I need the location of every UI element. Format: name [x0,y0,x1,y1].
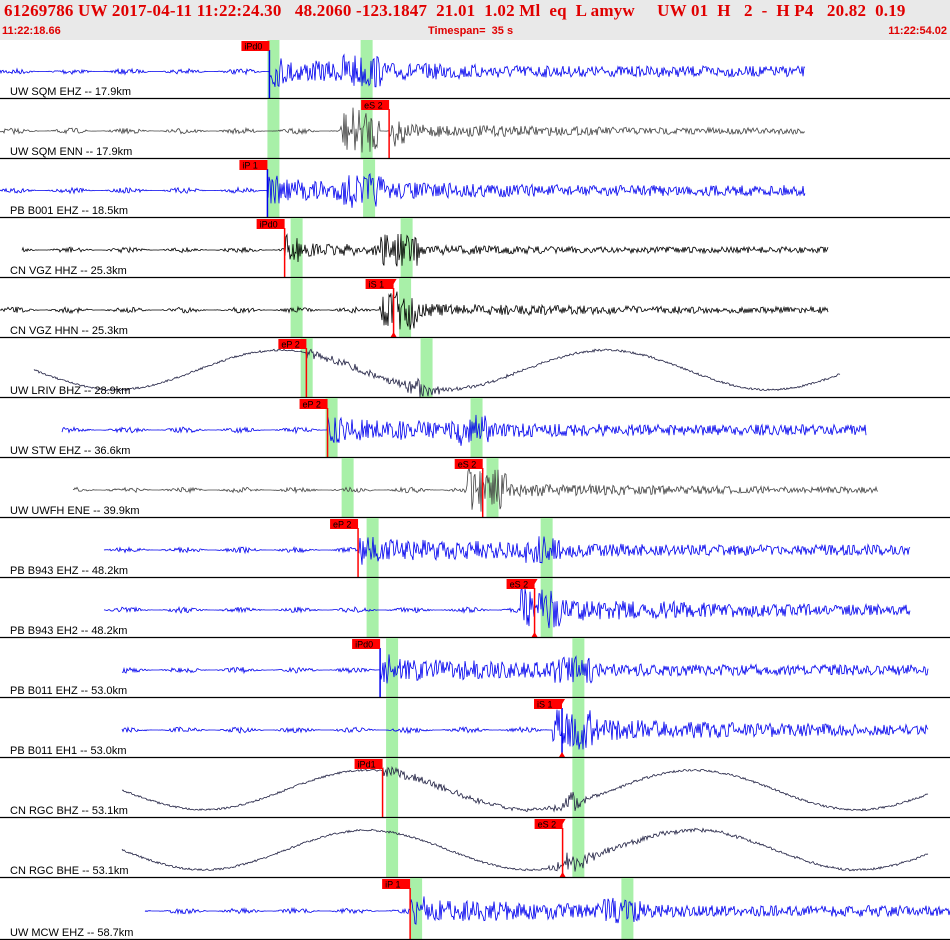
waveform [21,233,829,267]
waveform [121,709,929,750]
station-label: UW LRIV BHZ -- 28.9km [10,385,130,397]
p-window-band [386,818,399,878]
waveform [0,291,829,330]
pick-marker-bottom [559,752,566,757]
pick-label: iPd0 [355,640,373,650]
s-window-band [572,758,585,818]
p-window-band [267,99,280,159]
pick-label: eS 2 [364,101,383,111]
pick-label: iP 1 [242,161,257,171]
s-window-band [621,878,634,940]
p-window-band [341,458,354,518]
station-label: UW SQM ENN -- 17.9km [10,146,132,158]
waveform [103,587,911,629]
station-label: PB B011 EHZ -- 53.0km [10,685,127,697]
waveform [103,536,911,565]
pick-label: eP 2 [303,400,321,410]
s-window-band [420,338,433,398]
pick-label: iPd1 [358,760,376,770]
pick-label: iP 1 [385,880,400,890]
event-summary: 61269786 UW 2017-04-11 11:22:24.30 48.20… [4,1,906,20]
station-label: UW STW EHZ -- 36.6km [10,445,130,457]
trace-panel[interactable]: eS 2 UW UWFH ENE -- 39.9km [0,458,950,519]
s-window-band [540,518,553,578]
station-label: UW MCW EHZ -- 58.7km [10,927,133,939]
waveform [0,172,806,208]
waveform [61,414,867,446]
pick-marker-bottom [531,632,538,637]
pick-marker-bottom [390,332,397,337]
p-window-band [386,638,399,698]
trace-panel[interactable]: eS 2 PB B943 EH2 -- 48.2km [0,578,950,639]
station-label: UW SQM EHZ -- 17.9km [10,86,131,98]
trace-panel[interactable]: iP 1 PB B001 EHZ -- 18.5km [0,159,950,219]
station-label: UW UWFH ENE -- 39.9km [10,505,140,517]
waveform [121,766,929,813]
trace-panel[interactable]: iPd1 CN RGC BHZ -- 53.1km [0,758,950,819]
p-window-band [386,698,399,758]
waveform [72,467,879,512]
waveform [121,654,929,684]
pick-label: iS 1 [537,700,553,710]
station-label: CN RGC BHZ -- 53.1km [10,805,128,817]
p-window-band [290,278,303,338]
start-time: 11:22:18.66 [2,25,61,37]
trace-panel[interactable]: iPd0 CN VGZ HHZ -- 25.3km [0,218,950,279]
trace-panels: iPd0 UW SQM EHZ -- 17.9km eS 2 UW SQM ENN -… [0,40,950,940]
pick-marker-bottom [559,872,566,877]
trace-panel[interactable]: eS 2 CN RGC BHE -- 53.1km [0,818,950,879]
trace-panel[interactable]: eP 2 PB B943 EHZ -- 48.2km [0,518,950,579]
pick-label: iPd0 [260,220,278,230]
trace-panel[interactable]: iS 1 PB B011 EH1 -- 53.0km [0,698,950,759]
station-label: PB B011 EH1 -- 53.0km [10,745,127,757]
station-label: CN VGZ HHN -- 25.3km [10,325,128,337]
p-window-band [366,578,379,638]
station-label: CN VGZ HHZ -- 25.3km [10,265,127,277]
station-label: PB B943 EH2 -- 48.2km [10,625,127,637]
pick-label: eS 2 [538,820,557,830]
pick-label: eP 2 [281,340,299,350]
waveform [121,827,929,872]
waveform [0,53,806,88]
waveform [144,896,950,925]
s-window-band [572,818,585,878]
seismogram-viewer: 61269786 UW 2017-04-11 11:22:24.30 48.20… [0,0,950,940]
pick-label: eS 2 [510,580,529,590]
trace-panel[interactable]: iP 1 UW MCW EHZ -- 58.7km [0,878,950,940]
trace-panel[interactable]: iS 1 CN VGZ HHN -- 25.3km [0,278,950,339]
pick-label: eP 2 [333,520,351,530]
trace-panel[interactable]: eS 2 UW SQM ENN -- 17.9km [0,99,950,160]
station-label: CN RGC BHE -- 53.1km [10,865,129,877]
s-window-band [572,698,585,758]
trace-panel[interactable]: eP 2 UW STW EHZ -- 36.6km [0,398,950,459]
station-label: PB B001 EHZ -- 18.5km [10,205,128,217]
end-time: 11:22:54.02 [888,25,947,37]
waveform [33,348,841,398]
trace-panel[interactable]: iPd0 PB B011 EHZ -- 53.0km [0,638,950,699]
station-label: PB B943 EHZ -- 48.2km [10,565,128,577]
trace-panel[interactable]: eP 2 UW LRIV BHZ -- 28.9km [0,338,950,399]
trace-panel[interactable]: iPd0 UW SQM EHZ -- 17.9km [0,40,950,100]
pick-label: eS 2 [458,460,477,470]
event-header: 61269786 UW 2017-04-11 11:22:24.30 48.20… [0,0,950,40]
pick-label: iPd0 [244,42,262,52]
pick-label: iS 1 [369,280,385,290]
timespan: Timespan= 35 s [428,25,514,37]
